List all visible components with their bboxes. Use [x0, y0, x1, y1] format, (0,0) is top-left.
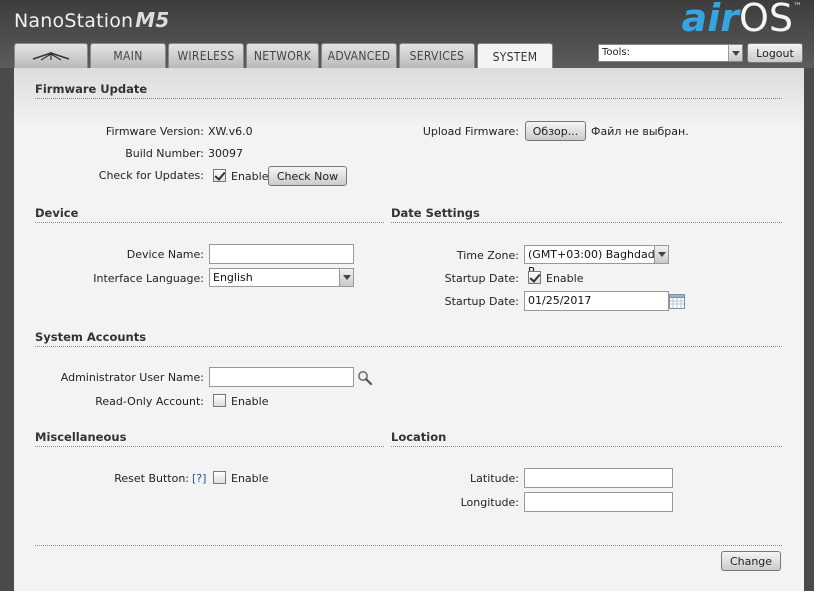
section-system-accounts: System Accounts [35, 330, 782, 347]
tab-label: MAIN [113, 49, 143, 63]
no-file-selected-text: Файл не выбран. [591, 125, 689, 138]
main-tabs: MAIN WIRELESS NETWORK ADVANCED SERVICES … [14, 43, 555, 69]
latitude-input[interactable] [524, 468, 673, 488]
section-miscellaneous: Miscellaneous [35, 430, 384, 447]
tab-label: WIRELESS [177, 49, 235, 63]
firmware-version-value: XW.v6.0 [208, 125, 253, 138]
ubiquiti-logo-icon [32, 52, 70, 61]
startup-date-input[interactable]: 01/25/2017 [524, 291, 669, 311]
upload-firmware-label: Upload Firmware: [422, 125, 519, 138]
logo-air-text: air [681, 0, 739, 40]
check-updates-enable-label: Enable [231, 170, 269, 183]
tab-main[interactable]: MAIN [90, 43, 166, 68]
section-date-settings: Date Settings [391, 206, 782, 223]
admin-username-label: Administrator User Name: [60, 371, 204, 384]
interface-language-label: Interface Language: [93, 272, 204, 285]
read-only-enable-text: Enable [231, 395, 269, 408]
time-zone-select[interactable]: (GMT+03:00) Baghdad, R [524, 245, 669, 278]
tab-network[interactable]: NETWORK [246, 43, 319, 68]
chevron-down-icon[interactable] [339, 269, 353, 286]
latitude-label: Latitude: [470, 472, 519, 485]
firmware-version-label: Firmware Version: [105, 125, 204, 138]
check-updates-label: Check for Updates: [98, 169, 204, 182]
section-device: Device [35, 206, 384, 223]
chevron-down-icon[interactable] [728, 45, 742, 61]
reset-button-checkbox[interactable] [213, 471, 226, 484]
brand-name: NanoStation [14, 10, 134, 32]
check-now-button[interactable]: Check Now [268, 166, 347, 186]
section-location: Location [391, 430, 782, 447]
startup-date-enable-label: Startup Date: [444, 272, 519, 285]
calendar-icon[interactable] [669, 293, 685, 309]
browse-file-button[interactable]: Обзор... [525, 121, 586, 141]
change-button[interactable]: Change [721, 551, 781, 571]
tab-advanced[interactable]: ADVANCED [321, 43, 397, 68]
tab-wireless[interactable]: WIRELESS [168, 43, 244, 68]
tools-select[interactable]: Tools: [598, 44, 743, 62]
tab-label: ADVANCED [327, 49, 391, 63]
interface-language-value: English [213, 271, 253, 284]
airos-logo: airOS™ [682, 0, 802, 40]
check-updates-checkbox[interactable] [213, 169, 226, 182]
device-name-label: Device Name: [126, 248, 204, 261]
search-icon[interactable] [357, 370, 373, 386]
logo-trademark: ™ [793, 2, 802, 12]
product-brand: NanoStation M5 [14, 8, 170, 32]
tab-label: SYSTEM [492, 49, 538, 64]
section-firmware-update: Firmware Update [35, 82, 782, 99]
read-only-account-label: Read-Only Account: [95, 395, 204, 408]
startup-date-label: Startup Date: [444, 295, 519, 308]
read-only-account-checkbox[interactable] [213, 394, 226, 407]
admin-username-input[interactable] [209, 367, 354, 387]
tab-label: SERVICES [409, 49, 465, 63]
longitude-input[interactable] [524, 492, 673, 512]
footer-divider [35, 545, 782, 546]
brand-model: M5 [135, 8, 170, 32]
build-number-value: 30097 [208, 147, 243, 160]
tab-services[interactable]: SERVICES [399, 43, 475, 68]
reset-button-label: Reset Button: [114, 472, 189, 485]
longitude-label: Longitude: [460, 496, 519, 509]
tab-system[interactable]: SYSTEM [477, 43, 553, 69]
reset-button-help-link[interactable]: [?] [192, 472, 206, 485]
device-name-input[interactable] [209, 244, 354, 264]
build-number-label: Build Number: [125, 147, 204, 160]
interface-language-select[interactable]: English [209, 268, 354, 287]
tab-label: NETWORK [253, 49, 312, 63]
system-page-content: Firmware Update Firmware Version: XW.v6.… [14, 68, 804, 591]
time-zone-label: Time Zone: [456, 249, 519, 262]
startup-date-enable-text: Enable [546, 272, 584, 285]
reset-button-enable-text: Enable [231, 472, 269, 485]
tab-ubiquiti-logo[interactable] [14, 43, 88, 68]
logo-os-text: OS [738, 0, 793, 40]
chevron-down-icon[interactable] [654, 246, 668, 263]
startup-date-checkbox[interactable] [528, 271, 541, 284]
logout-button[interactable]: Logout [747, 43, 803, 63]
tools-selected-value: Tools: [602, 47, 631, 58]
